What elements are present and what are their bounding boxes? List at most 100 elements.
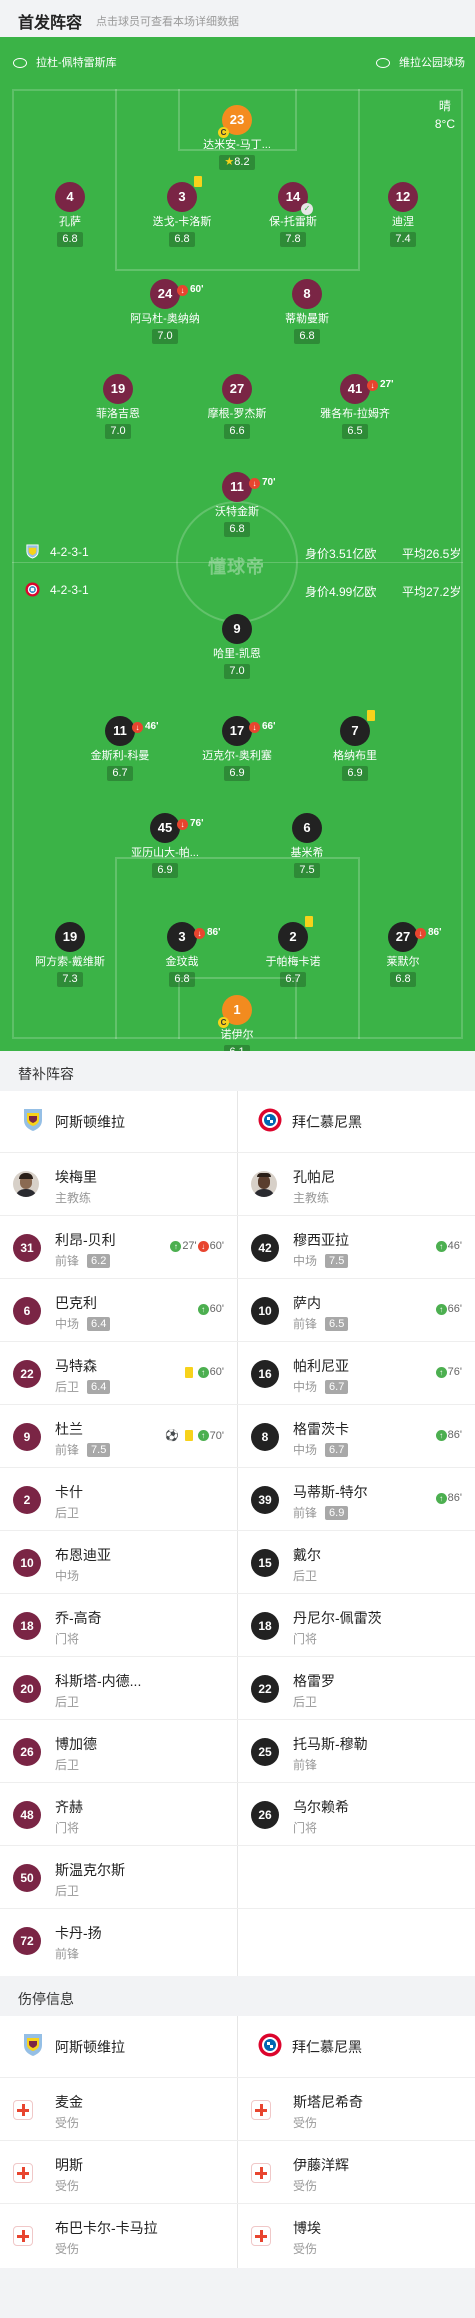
player-name: 沃特金斯 [215, 506, 259, 518]
weather: 晴 8°C [434, 99, 455, 131]
player-position: 后卫 [293, 1695, 318, 1709]
jersey-number: 2 [278, 916, 313, 952]
pitch-player[interactable]: 1C诺伊尔6.1 [182, 995, 292, 1051]
pitch-player[interactable]: 24 ↓ 60' 阿马杜-奥纳纳 7.0 [110, 279, 220, 344]
player-rating: 6.7 [325, 1380, 349, 1394]
pitch-player[interactable]: 8 蒂勒曼斯 6.8 [252, 279, 362, 344]
injured-player-row[interactable]: 斯塔尼希奇 受伤 [238, 2078, 475, 2141]
jersey-number: 22 [251, 1675, 279, 1703]
goal-icon: ⚽ [164, 1430, 179, 1442]
injured-player-row[interactable]: 布巴卡尔-卡马拉 受伤 [0, 2204, 237, 2267]
jersey-number: 2 [13, 1486, 41, 1514]
pitch-player[interactable]: 11 ↓ 70' 沃特金斯 6.8 [182, 472, 292, 537]
player-rating: 6.8 [224, 522, 250, 537]
pitch-player[interactable]: 3 迭戈-卡洛斯 6.8 [127, 176, 237, 247]
pitch-player[interactable]: 11 ↓ 46' 金斯利-科曼 6.7 [65, 716, 175, 781]
player-name: 阿方索-戴维斯 [35, 956, 105, 968]
player-rating: 6.6 [224, 424, 250, 439]
pitch-player[interactable]: 4 孔萨 6.8 [15, 182, 125, 247]
subs-away-team[interactable]: 拜仁慕尼黑 [258, 1108, 362, 1132]
player-name: 戴尔 [293, 1547, 321, 1563]
subs-home-team[interactable]: 阿斯顿维拉 [24, 1109, 125, 1132]
captain-icon: C [218, 1017, 229, 1028]
pitch-player[interactable]: 17 ↓ 66' 迈克尔-奥利塞 6.9 [182, 716, 292, 781]
injury-icon [251, 2226, 271, 2246]
player-name: 布巴卡尔-卡马拉 [55, 2220, 158, 2236]
sub-player-row[interactable]: 25 托马斯-穆勒 前锋 [238, 1720, 475, 1783]
sub-player-row[interactable]: 8 格雷茨卡 中场 6.7 ↑ 86' [238, 1405, 475, 1468]
injury-status: 受伤 [293, 2179, 318, 2193]
sub-player-row[interactable]: 18 乔-高奇 门将 [0, 1594, 237, 1657]
sub-player-row[interactable]: 15 戴尔 后卫 [238, 1531, 475, 1594]
pitch-player[interactable]: 2 于帕梅卡诺 6.7 [238, 916, 348, 987]
pitch-player[interactable]: 19 阿方索-戴维斯 7.3 [15, 922, 125, 987]
pitch-player[interactable]: 45 ↓ 76' 亚历山大-帕... 6.9 [110, 813, 220, 878]
jersey-number: 9 [13, 1423, 41, 1451]
pitch-player[interactable]: 41 ↓ 27' 雅各布-拉姆齐 6.5 [300, 374, 410, 439]
pitch-player[interactable]: 27 ↓ 86' 莱默尔 6.8 [348, 922, 458, 987]
player-rating: 7.5 [87, 1443, 111, 1457]
injury-icon [13, 2226, 33, 2246]
pitch-player[interactable]: 27 摩根-罗杰斯 6.6 [182, 374, 292, 439]
jersey-number: 23 C [218, 105, 252, 138]
sub-player-row[interactable]: 6 巴克利 中场 6.4 ↑ 60' [0, 1279, 237, 1342]
lineup-header: 首发阵容 点击球员可查看本场详细数据 [0, 0, 475, 37]
sub-in-icon: ↑ [435, 1303, 447, 1315]
sub-player-row[interactable]: 9 杜兰 前锋 7.5 ⚽ ↑ 70' [0, 1405, 237, 1468]
player-name: 迈克尔-奥利塞 [202, 750, 272, 762]
pitch-player[interactable]: 12 迪涅 7.4 [348, 182, 458, 247]
jersey-number: 31 [13, 1234, 41, 1262]
sub-player-row[interactable]: 20 科斯塔-内德... 后卫 [0, 1657, 237, 1720]
sub-player-row[interactable]: 39 马蒂斯-特尔 前锋 6.9 ↑ 86' [238, 1468, 475, 1531]
sub-player-row[interactable]: 42 穆西亚拉 中场 7.5 ↑ 46' [238, 1216, 475, 1279]
sub-player-row[interactable]: 48 齐赫 门将 [0, 1783, 237, 1846]
sub-player-row[interactable]: 72 卡丹-扬 前锋 [0, 1909, 237, 1972]
aston-villa-badge-icon [24, 1109, 42, 1131]
player-name: 摩根-罗杰斯 [207, 408, 267, 420]
sub-player-row[interactable]: 31 利昂-贝利 前锋 6.2 ↑ 27' ↓ 60' [0, 1216, 237, 1279]
injuries-home-team[interactable]: 阿斯顿维拉 [24, 2034, 125, 2057]
injury-icon [251, 2163, 271, 2183]
sub-player-row[interactable]: 22 格雷罗 后卫 [238, 1657, 475, 1720]
sub-player-row[interactable]: 26 乌尔赖希 门将 [238, 1783, 475, 1846]
jersey-number: 8 [292, 279, 322, 309]
pitch-player[interactable]: 14 ✓ 保-托雷斯 7.8 [238, 182, 348, 247]
player-name: 格纳布里 [333, 750, 377, 762]
player-rating: 6.4 [87, 1380, 111, 1394]
player-name: 托马斯-穆勒 [293, 1736, 368, 1752]
injured-player-row[interactable]: 麦金 受伤 [0, 2078, 237, 2141]
injuries-panel: 阿斯顿维拉 拜仁慕尼黑 麦金 受伤 明斯 受伤 布巴卡尔-卡马拉 受伤 斯塔尼希奇 受伤 伊藤洋… [0, 2016, 475, 2268]
injury-icon [13, 2100, 33, 2120]
player-name: 哈里-凯恩 [213, 648, 261, 660]
sub-player-row[interactable]: 10 萨内 前锋 6.5 ↑ 66' [238, 1279, 475, 1342]
player-name: 金斯利-科曼 [90, 750, 150, 762]
sub-player-row[interactable]: 2 卡什 后卫 [0, 1468, 237, 1531]
sub-out-icon: ↓ [249, 721, 260, 733]
sub-player-row[interactable]: 18 丹尼尔-佩雷茨 门将 [238, 1594, 475, 1657]
sub-player-row[interactable]: 16 帕利尼亚 中场 6.7 ↑ 76' [238, 1342, 475, 1405]
pitch-player[interactable]: 6 基米希 7.5 [252, 813, 362, 878]
player-position: 门将 [55, 1821, 80, 1835]
injuries-title: 伤停信息 [18, 1991, 74, 2007]
away-coach[interactable]: 孔帕尼 主教练 [238, 1153, 475, 1216]
sub-player-row[interactable]: 22 马特森 后卫 6.4 ↑ 60' [0, 1342, 237, 1405]
home-coach[interactable]: 埃梅里 主教练 [0, 1153, 237, 1216]
pitch-player[interactable]: 3 ↓ 86' 金玟哉 6.8 [127, 922, 237, 987]
sub-player-row[interactable]: 50 斯温克尔斯 后卫 [0, 1846, 237, 1909]
pitch-player[interactable]: 9 哈里-凯恩 7.0 [182, 614, 292, 679]
sub-player-row[interactable]: 10 布恩迪亚 中场 [0, 1531, 237, 1594]
injured-player-row[interactable]: 明斯 受伤 [0, 2141, 237, 2204]
aston-villa-badge-icon [24, 2034, 42, 2056]
player-name: 斯温克尔斯 [55, 1862, 125, 1878]
injuries-away-team[interactable]: 拜仁慕尼黑 [258, 2033, 362, 2057]
player-name: 萨内 [293, 1295, 321, 1311]
pitch-player[interactable]: 19 菲洛吉恩 7.0 [63, 374, 173, 439]
pitch-player[interactable]: 23 C 达米安-马丁... ★8.2 [182, 105, 292, 170]
pitch-player[interactable]: 7 格纳布里 6.9 [300, 710, 410, 781]
player-position: 门将 [293, 1632, 318, 1646]
injured-player-row[interactable]: 伊藤洋辉 受伤 [238, 2141, 475, 2204]
player-name: 孔萨 [59, 216, 81, 228]
player-events: ↑ 66' [435, 1303, 462, 1315]
sub-player-row[interactable]: 26 博加德 后卫 [0, 1720, 237, 1783]
injured-player-row[interactable]: 博埃 受伤 [238, 2204, 475, 2267]
